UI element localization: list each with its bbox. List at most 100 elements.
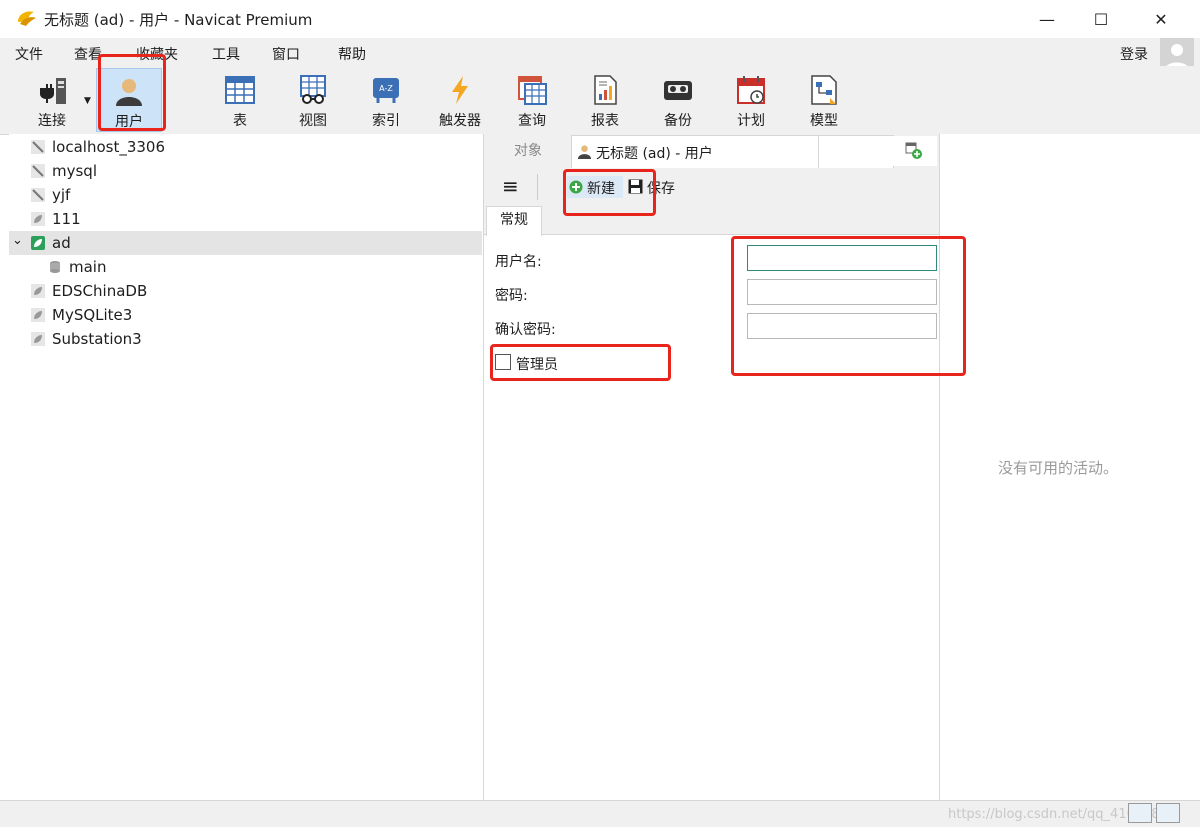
new-label: 新建 bbox=[587, 181, 615, 197]
menu-tools[interactable]: 工具 bbox=[212, 44, 240, 64]
window-title: 无标题 (ad) - 用户 - Navicat Premium bbox=[44, 11, 313, 29]
view-mode-list-icon[interactable] bbox=[1128, 803, 1152, 823]
tree-item-label: localhost_3306 bbox=[52, 138, 166, 156]
index-button[interactable]: A-Z 索引 bbox=[354, 68, 418, 130]
plug-connection-icon bbox=[40, 78, 66, 104]
menu-favorites[interactable]: 收藏夹 bbox=[136, 44, 178, 64]
report-icon bbox=[594, 75, 617, 105]
login-link[interactable]: 登录 bbox=[1120, 44, 1148, 64]
tab-user-label: 无标题 (ad) - 用户 bbox=[596, 146, 713, 162]
tree-item-yjf[interactable]: yjf bbox=[9, 183, 482, 207]
admin-checkbox[interactable] bbox=[495, 354, 511, 370]
backup-label: 备份 bbox=[664, 113, 692, 129]
model-diagram-icon bbox=[811, 75, 837, 105]
no-activity-message: 没有可用的活动。 bbox=[998, 459, 1119, 477]
tree-item-111[interactable]: 111 bbox=[9, 207, 482, 231]
user-label: 用户 bbox=[115, 114, 143, 130]
save-button[interactable]: 保存 bbox=[627, 176, 679, 198]
table-icon bbox=[225, 76, 255, 104]
tree-item-substation3[interactable]: Substation3 bbox=[9, 327, 482, 351]
tree-item-mysql[interactable]: mysql bbox=[9, 159, 482, 183]
mysql-connection-icon bbox=[31, 188, 45, 202]
menu-window[interactable]: 窗口 bbox=[272, 44, 300, 64]
view-label: 视图 bbox=[299, 113, 327, 129]
report-button[interactable]: 报表 bbox=[573, 68, 637, 130]
maximize-button[interactable]: ☐ bbox=[1078, 0, 1124, 38]
user-icon bbox=[116, 79, 142, 106]
save-disk-icon bbox=[628, 179, 643, 194]
view-glasses-icon bbox=[300, 75, 326, 104]
menu-help[interactable]: 帮助 bbox=[338, 44, 366, 64]
menu-file[interactable]: 文件 bbox=[15, 44, 43, 64]
add-icon bbox=[569, 180, 583, 194]
object-toolbar bbox=[484, 168, 939, 206]
menu-view[interactable]: 查看 bbox=[74, 44, 102, 64]
index-label: 索引 bbox=[372, 113, 400, 129]
save-label: 保存 bbox=[647, 181, 675, 197]
tree-item-mysqlite3[interactable]: MySQLite3 bbox=[9, 303, 482, 327]
query-grid-icon bbox=[518, 76, 547, 105]
tree-item-main[interactable]: main bbox=[9, 255, 482, 279]
lightning-trigger-icon bbox=[452, 76, 468, 104]
table-button[interactable]: 表 bbox=[208, 68, 272, 130]
backup-button[interactable]: 备份 bbox=[646, 68, 710, 130]
minimize-button[interactable]: — bbox=[1024, 0, 1070, 38]
tree-item-label: EDSChinaDB bbox=[52, 282, 148, 300]
chevron-down-icon[interactable]: ▼ bbox=[84, 96, 91, 106]
tree-item-label: yjf bbox=[52, 186, 71, 204]
table-label: 表 bbox=[233, 113, 247, 129]
trigger-button[interactable]: 触发器 bbox=[428, 68, 492, 130]
sqlite-connection-icon bbox=[31, 212, 45, 226]
admin-label: 管理员 bbox=[516, 357, 558, 373]
report-label: 报表 bbox=[591, 113, 619, 129]
password-input[interactable] bbox=[747, 279, 937, 305]
tree-item-edschinadb[interactable]: EDSChinaDB bbox=[9, 279, 482, 303]
chevron-down-icon[interactable]: ⌄ bbox=[12, 233, 23, 248]
tree-item-label: ad bbox=[52, 234, 71, 252]
password-label: 密码: bbox=[495, 288, 528, 304]
tree-item-ad[interactable]: ⌄ ad bbox=[9, 231, 482, 255]
schedule-label: 计划 bbox=[737, 113, 765, 129]
tree-item-label: Substation3 bbox=[52, 330, 142, 348]
confirm-password-label: 确认密码: bbox=[495, 322, 556, 338]
tab-objects[interactable]: 对象 bbox=[486, 137, 570, 168]
view-mode-detail-icon[interactable] bbox=[1156, 803, 1180, 823]
query-label: 查询 bbox=[518, 113, 546, 129]
add-tab-icon bbox=[905, 142, 922, 159]
tree-item-localhost-3306[interactable]: localhost_3306 bbox=[9, 135, 482, 159]
connect-label: 连接 bbox=[38, 113, 66, 129]
close-button[interactable]: ✕ bbox=[1138, 0, 1184, 38]
new-button[interactable]: 新建 bbox=[567, 176, 623, 198]
navicat-logo-icon bbox=[18, 11, 36, 26]
index-az-icon: A-Z bbox=[373, 78, 399, 103]
query-button[interactable]: 查询 bbox=[500, 68, 564, 130]
confirm-password-input[interactable] bbox=[747, 313, 937, 339]
model-button[interactable]: 模型 bbox=[792, 68, 856, 130]
schedule-button[interactable]: 计划 bbox=[719, 68, 783, 130]
backup-tape-icon bbox=[664, 81, 692, 100]
hamburger-menu-icon[interactable]: ≡ bbox=[502, 176, 519, 196]
sub-tab-bar bbox=[484, 206, 939, 235]
model-label: 模型 bbox=[810, 113, 838, 129]
sqlite-connection-icon bbox=[31, 332, 45, 346]
new-tab-button[interactable] bbox=[893, 136, 937, 166]
tree-item-label: 111 bbox=[52, 210, 81, 228]
username-label: 用户名: bbox=[495, 254, 542, 270]
tab-empty[interactable] bbox=[818, 135, 894, 168]
connect-button[interactable]: 连接 bbox=[20, 68, 84, 130]
tab-user-editor[interactable]: 无标题 (ad) - 用户 bbox=[571, 135, 819, 169]
trigger-label: 触发器 bbox=[439, 113, 481, 129]
background-window-strip bbox=[0, 360, 9, 800]
mysql-connection-icon bbox=[31, 140, 45, 154]
mysql-connection-icon bbox=[31, 164, 45, 178]
user-icon bbox=[577, 145, 592, 159]
calendar-schedule-icon bbox=[737, 76, 765, 104]
tree-item-label: MySQLite3 bbox=[52, 306, 133, 324]
sqlite-connection-icon bbox=[31, 236, 45, 250]
view-button[interactable]: 视图 bbox=[281, 68, 345, 130]
tab-general[interactable]: 常规 bbox=[486, 206, 542, 236]
user-button[interactable]: 用户 bbox=[96, 68, 162, 132]
sqlite-connection-icon bbox=[31, 308, 45, 322]
username-input[interactable] bbox=[747, 245, 937, 271]
toolbar-divider bbox=[537, 174, 538, 200]
